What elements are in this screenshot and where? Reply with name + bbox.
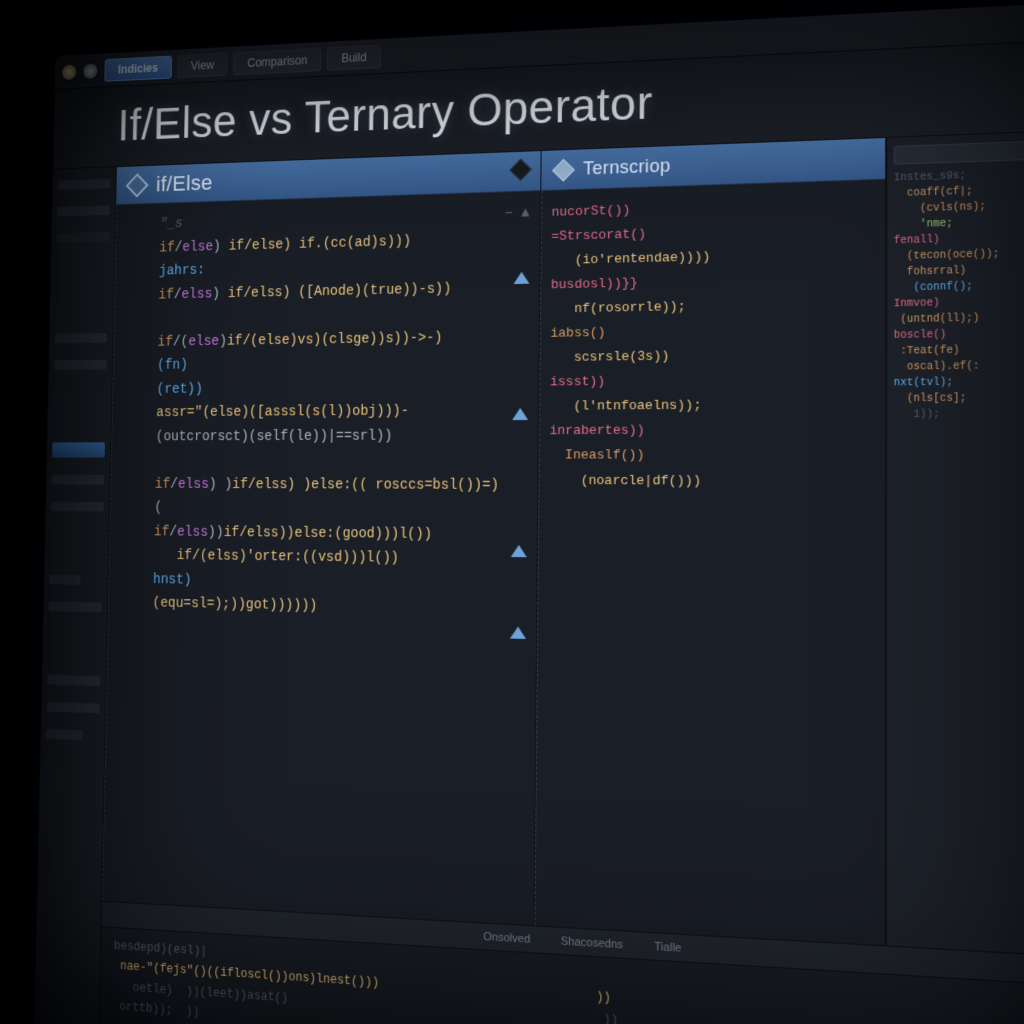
- sidebar-item[interactable]: [49, 602, 102, 613]
- change-marker-icon[interactable]: [512, 408, 528, 420]
- sidebar-item[interactable]: [46, 702, 99, 713]
- editor-body: if/Else "_s− ▲ if/else) if/else) if.(cc(…: [34, 129, 1024, 1024]
- status-label: Shacosedns: [561, 935, 623, 951]
- sidebar-item[interactable]: [51, 475, 104, 485]
- sidebar-item[interactable]: [54, 333, 107, 343]
- tab-comparison[interactable]: Comparison: [233, 47, 321, 75]
- left-pane-title: if/Else: [156, 170, 213, 197]
- sidebar-item[interactable]: [46, 729, 83, 740]
- outline-tab[interactable]: [894, 138, 1024, 165]
- diamond-icon[interactable]: [509, 158, 531, 181]
- status-label: Onsolved: [483, 930, 530, 945]
- change-marker-icon[interactable]: [510, 545, 526, 557]
- right-editor[interactable]: nucorSt()) =Strscorat() (io'rentendae)))…: [534, 180, 885, 946]
- tab-build[interactable]: Build: [327, 44, 381, 70]
- left-editor[interactable]: "_s− ▲ if/else) if/else) if.(cc(ad)s))) …: [102, 191, 540, 925]
- tab-view[interactable]: View: [177, 52, 228, 77]
- sidebar-item[interactable]: [54, 360, 107, 370]
- sidebar-item[interactable]: [51, 502, 104, 512]
- right-pane: Ternscriop nucorSt()) =Strscorat() (io'r…: [534, 138, 886, 945]
- sidebar-item[interactable]: [57, 232, 110, 243]
- status-label: Tialle: [654, 940, 681, 954]
- change-marker-icon[interactable]: [509, 626, 525, 639]
- sidebar-section[interactable]: [52, 442, 105, 457]
- sidebar-item[interactable]: [47, 675, 100, 686]
- sidebar-item[interactable]: [49, 575, 81, 585]
- change-marker-icon[interactable]: [513, 272, 529, 284]
- right-pane-title: Ternscriop: [583, 155, 671, 179]
- outline-panel: Instes_s9s; coaff(cf|; (cvls(ns); 'nme; …: [886, 129, 1024, 959]
- window-control-icon[interactable]: [83, 63, 97, 79]
- left-pane: if/Else "_s− ▲ if/else) if/else) if.(cc(…: [102, 151, 541, 925]
- sidebar-item[interactable]: [57, 205, 110, 216]
- tab-active[interactable]: Indicies: [104, 55, 171, 81]
- sidebar-item[interactable]: [58, 179, 111, 190]
- diamond-icon: [126, 173, 149, 197]
- diamond-icon: [552, 158, 575, 181]
- ide-window: Indicies View Comparison Build If/Else v…: [34, 0, 1024, 1024]
- window-control-icon[interactable]: [62, 64, 76, 80]
